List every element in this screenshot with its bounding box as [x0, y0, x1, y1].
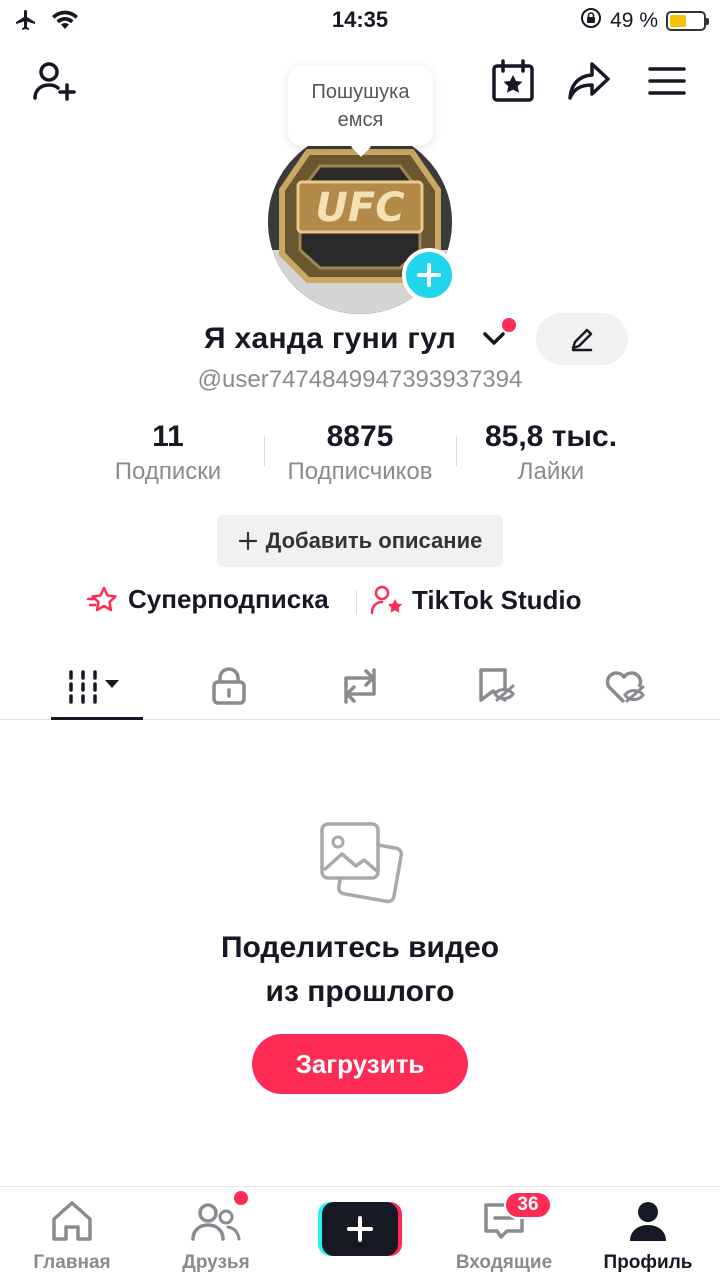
- edit-profile-button[interactable]: [536, 313, 628, 365]
- photos-icon: [316, 818, 406, 911]
- super-follow-label: Суперподписка: [128, 584, 329, 614]
- username: @user7474849947393937394: [197, 366, 523, 393]
- stat-following-value: 11: [152, 420, 184, 453]
- empty-state-title: Поделитесь видео из прошлого: [0, 926, 720, 1014]
- nav-profile[interactable]: Профиль: [578, 1199, 718, 1274]
- friends-notification-dot: [234, 1191, 248, 1205]
- nav-inbox-label: Входящие: [455, 1252, 553, 1273]
- pencil-icon: [571, 328, 593, 352]
- super-follow-icon: [86, 586, 117, 611]
- status-bar: 14:35 49 %: [0, 0, 720, 40]
- stat-followers-value: 8875: [326, 420, 394, 453]
- stat-divider: [456, 436, 457, 466]
- add-story-button[interactable]: [402, 248, 456, 302]
- profile-icon: [630, 1202, 666, 1241]
- nav-profile-label: Профиль: [603, 1252, 693, 1273]
- profile-name-row: Я ханда гуни гул: [0, 313, 720, 366]
- add-friend-button[interactable]: [30, 56, 80, 106]
- calendar-star-icon: [492, 59, 534, 102]
- calendar-star-button[interactable]: [488, 56, 538, 106]
- empty-title-line2: из прошлого: [265, 975, 455, 1008]
- plus-icon: [238, 531, 257, 551]
- content-tabs: [0, 650, 720, 720]
- battery-icon: [666, 11, 709, 31]
- add-description-button[interactable]: Добавить описание: [217, 515, 503, 567]
- home-icon: [52, 1201, 92, 1241]
- tiktok-studio-label: TikTok Studio: [412, 584, 582, 615]
- upload-button[interactable]: Загрузить: [252, 1034, 468, 1094]
- nav-home-label: Главная: [33, 1252, 111, 1273]
- stat-divider: [264, 436, 265, 466]
- tab-favorites[interactable]: [450, 660, 542, 712]
- tab-videos[interactable]: [51, 660, 143, 712]
- add-description-label: Добавить описание: [265, 528, 483, 553]
- tab-reposts[interactable]: [314, 660, 406, 712]
- orientation-lock-icon: [580, 7, 602, 35]
- link-divider: [356, 590, 357, 614]
- share-icon: [568, 62, 610, 100]
- friends-icon: [191, 1203, 241, 1241]
- tab-private[interactable]: [183, 660, 275, 712]
- chevron-down-icon[interactable]: [482, 328, 506, 353]
- tiktok-studio-icon: [370, 585, 403, 615]
- stat-following-label: Подписки: [114, 458, 222, 485]
- videos-grid-icon: [69, 670, 119, 704]
- tooltip-text: Пошушука емся: [311, 81, 410, 131]
- create-plus-icon: [322, 1202, 398, 1256]
- reposts-icon: [344, 668, 376, 704]
- battery-percent: 49 %: [610, 9, 658, 32]
- tiktok-studio-link[interactable]: TikTok Studio: [370, 584, 581, 616]
- stat-likes-value: 85,8 тыс.: [484, 420, 618, 453]
- nav-inbox[interactable]: Входящие: [434, 1199, 574, 1274]
- private-lock-icon: [212, 667, 246, 705]
- menu-icon: [648, 67, 686, 95]
- nav-home[interactable]: Главная: [2, 1199, 142, 1274]
- create-button[interactable]: [318, 1202, 402, 1256]
- share-profile-button[interactable]: [564, 56, 614, 106]
- favorites-bookmark-icon: [479, 668, 515, 702]
- super-follow-link[interactable]: Суперподписка: [86, 584, 329, 615]
- tab-liked[interactable]: [580, 660, 672, 712]
- stat-following[interactable]: 11 Подписки: [98, 420, 238, 486]
- stat-likes[interactable]: 85,8 тыс. Лайки: [464, 420, 638, 486]
- avatar-logo-text: UFC: [315, 185, 404, 231]
- notification-dot: [502, 318, 516, 332]
- nav-friends[interactable]: Друзья: [146, 1199, 286, 1274]
- add-friend-icon: [33, 62, 76, 101]
- plus-icon: [417, 263, 441, 287]
- active-tab-indicator: [51, 717, 143, 720]
- inbox-badge: 36: [504, 1191, 552, 1219]
- stat-followers[interactable]: 8875 Подписчиков: [270, 420, 450, 486]
- display-name[interactable]: Я ханда гуни гул: [204, 322, 456, 356]
- nav-friends-label: Друзья: [182, 1252, 250, 1273]
- stat-followers-label: Подписчиков: [287, 458, 433, 485]
- liked-heart-icon: [605, 671, 645, 704]
- empty-title-line1: Поделитесь видео: [220, 931, 500, 964]
- profile-links: Суперподписка TikTok Studio: [0, 584, 720, 620]
- profile-stats: 11 Подписки 8875 Подписчиков 85,8 тыс. Л…: [0, 420, 720, 490]
- menu-button[interactable]: [642, 56, 692, 106]
- battery-fill: [670, 15, 686, 27]
- status-tooltip[interactable]: Пошушука емся: [288, 66, 433, 146]
- stat-likes-label: Лайки: [517, 458, 585, 485]
